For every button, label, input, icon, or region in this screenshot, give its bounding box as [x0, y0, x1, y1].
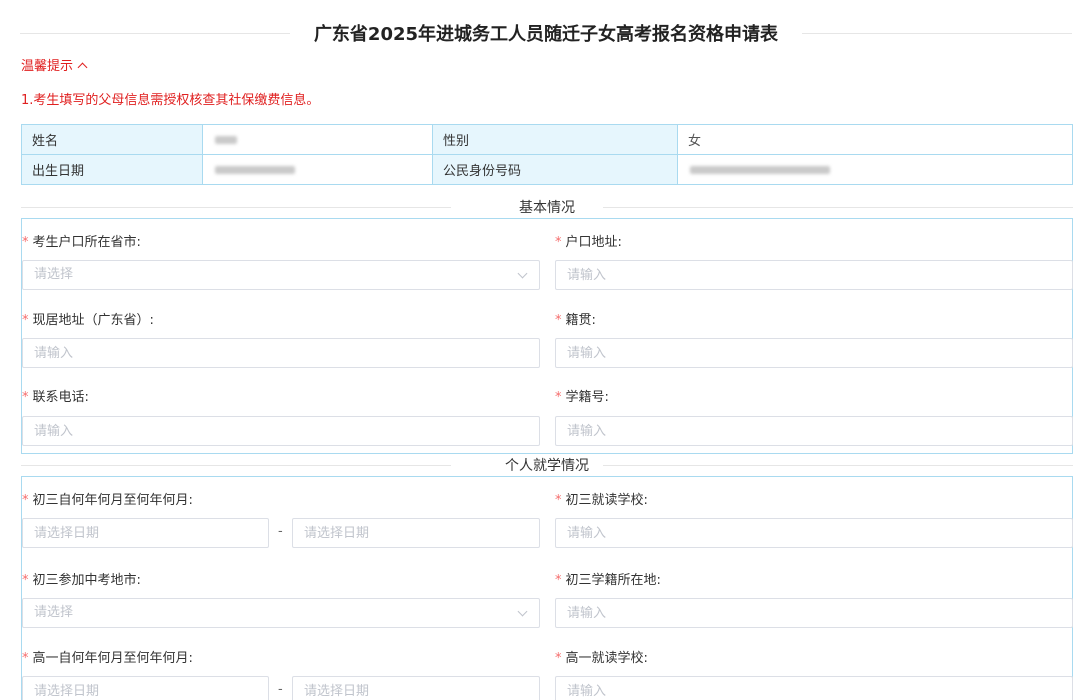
grade10-school-input[interactable]	[555, 676, 1073, 700]
native-place-label: * 籍贯:	[555, 313, 596, 328]
basic-section-title: 基本情况	[507, 200, 587, 216]
tips-toggle-label: 温馨提示	[21, 59, 74, 74]
grade10-end-date-picker[interactable]	[292, 676, 540, 700]
tips-toggle[interactable]: 温馨提示	[21, 55, 88, 74]
grade9-registry-input[interactable]	[555, 598, 1073, 628]
gender-value: 女	[677, 124, 1073, 155]
birth-value	[202, 154, 433, 185]
grade9-period-label: * 初三自何年何月至何年何月:	[22, 493, 193, 508]
hukou-province-label: * 考生户口所在省市:	[22, 235, 141, 250]
grade9-school-label: * 初三就读学校:	[555, 493, 648, 508]
study-section-header: 个人就学情况	[21, 455, 1073, 475]
phone-label: * 联系电话:	[22, 390, 89, 405]
grade10-period-label: * 高一自何年何月至何年何月:	[22, 651, 193, 666]
zhongkao-city-label: * 初三参加中考地市:	[22, 573, 141, 588]
grade9-start-date-picker[interactable]	[22, 518, 269, 548]
grade10-school-label: * 高一就读学校:	[555, 651, 648, 666]
grade9-registry-label: * 初三学籍所在地:	[555, 573, 661, 588]
student-no-label: * 学籍号:	[555, 390, 609, 405]
chevron-down-icon	[517, 268, 528, 279]
application-form-page: 广东省2025年进城务工人员随迁子女高考报名资格申请表 温馨提示 1.考生填写的…	[0, 0, 1080, 700]
basic-info-section: *考生户口所在省市: 请选择 *户口地址: *现居地址（广东省）: *籍贯: *…	[21, 218, 1073, 454]
redacted-id-number	[690, 165, 830, 174]
study-info-section: *初三自何年何月至何年何月: - *初三就读学校: *初三参加中考地市: 请选择…	[21, 476, 1073, 700]
chevron-up-icon	[77, 62, 88, 73]
id-value	[677, 154, 1073, 185]
phone-input[interactable]	[22, 416, 540, 446]
grade9-school-input[interactable]	[555, 518, 1073, 548]
hukou-address-input[interactable]	[555, 260, 1073, 290]
grade10-start-date-picker[interactable]	[22, 676, 269, 700]
gender-label: 性别	[432, 124, 678, 155]
redacted-birth-date	[215, 165, 295, 174]
birth-label: 出生日期	[21, 154, 203, 185]
applicant-info-table: 姓名 性别 女 出生日期 公民身份号码	[21, 124, 1073, 185]
table-row: 姓名 性别 女	[21, 124, 1073, 155]
student-no-input[interactable]	[555, 416, 1073, 446]
tip-item-1: 1.考生填写的父母信息需授权核查其社保缴费信息。	[21, 93, 320, 108]
hukou-province-select[interactable]: 请选择	[22, 260, 540, 290]
zhongkao-city-select[interactable]: 请选择	[22, 598, 540, 628]
chevron-down-icon	[517, 606, 528, 617]
current-address-label: * 现居地址（广东省）:	[22, 313, 154, 328]
current-address-input[interactable]	[22, 338, 540, 368]
name-value	[202, 124, 433, 155]
hukou-address-label: * 户口地址:	[555, 235, 622, 250]
grade9-end-date-picker[interactable]	[292, 518, 540, 548]
title-divider-right	[802, 33, 1072, 34]
study-section-title: 个人就学情况	[493, 458, 601, 474]
date-range-separator: -	[278, 524, 283, 539]
basic-section-header: 基本情况	[21, 197, 1073, 217]
name-label: 姓名	[21, 124, 203, 155]
id-label: 公民身份号码	[432, 154, 678, 185]
date-range-separator: -	[278, 682, 283, 697]
table-row: 出生日期 公民身份号码	[21, 154, 1073, 185]
form-title-row: 广东省2025年进城务工人员随迁子女高考报名资格申请表	[20, 18, 1072, 48]
native-place-input[interactable]	[555, 338, 1073, 368]
redacted-name	[215, 135, 237, 144]
